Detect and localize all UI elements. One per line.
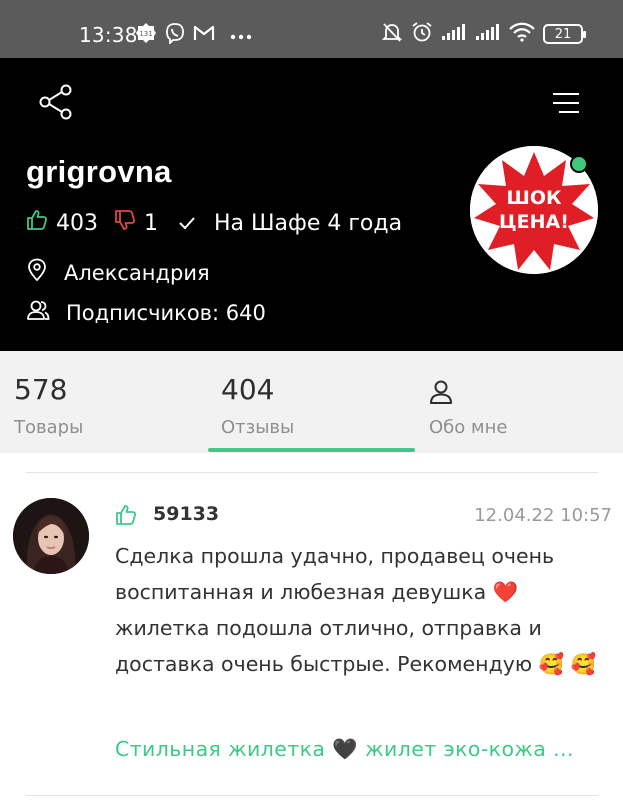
tab-about[interactable]: Обо мне [429, 351, 623, 453]
viber-icon [164, 22, 186, 48]
thumbs-up-icon [115, 504, 137, 530]
active-tab-indicator [208, 448, 415, 452]
divider [26, 472, 598, 473]
status-bar: 13:38 131 21 [0, 0, 623, 58]
on-shafa-duration: На Шафе 4 года [214, 210, 403, 236]
mute-bell-icon [381, 21, 403, 47]
more-dots-icon [230, 30, 252, 40]
reviewer-score: 59133 [153, 503, 220, 525]
signal-icon [475, 23, 501, 45]
hamburger-menu-icon [553, 93, 579, 113]
tab-products[interactable]: 578 Товары [14, 351, 222, 453]
menu-button[interactable] [551, 92, 581, 114]
share-button[interactable] [38, 84, 74, 120]
tab-about-label: Обо мне [429, 417, 508, 438]
thumbs-up-icon [26, 209, 48, 237]
sale-text-line1: ШОК [506, 187, 562, 209]
reviewer-avatar[interactable] [13, 498, 89, 574]
review-products-link[interactable]: Стильная жилетка 🖤 жилет эко-кожа ... [115, 737, 574, 762]
tab-reviews-label: Отзывы [221, 417, 295, 438]
profile-stats-row: 403 1 На Шафе 4 года [26, 209, 402, 237]
dislikes-count: 1 [144, 210, 158, 236]
battery-level: 21 [554, 26, 572, 42]
users-icon [26, 299, 50, 326]
wifi-icon [509, 22, 535, 46]
likes-count: 403 [56, 210, 98, 236]
review-date: 12.04.22 10:57 [474, 505, 612, 526]
location-pin-icon [26, 258, 48, 287]
online-indicator [570, 155, 588, 173]
reviewer-photo [13, 498, 89, 574]
sale-text-line2: ЦЕНА! [499, 211, 569, 233]
notification-badge-icon: 131 [135, 22, 157, 48]
review-text: Сделка прошла удачно, продавец очень вос… [115, 544, 597, 676]
notification-badge-count: 131 [139, 30, 152, 38]
user-icon [429, 379, 453, 409]
checkmark-icon [178, 211, 196, 236]
status-time: 13:38 [79, 23, 138, 47]
battery-icon: 21 [543, 24, 586, 44]
tab-reviews[interactable]: 404 Отзывы [221, 351, 429, 453]
share-icon [39, 84, 72, 120]
profile-subscribers: Подписчиков: 640 [66, 300, 266, 325]
review-meta: 59133 12.04.22 10:57 [115, 503, 612, 529]
signal-icon [441, 23, 467, 45]
profile-username: grigrovna [26, 154, 172, 189]
profile-city: Александрия [64, 260, 210, 285]
profile-tabs: 578 Товары 404 Отзывы Обо мне [0, 351, 623, 453]
alarm-icon [411, 21, 433, 47]
tab-products-count: 578 [14, 373, 68, 406]
tab-products-label: Товары [14, 417, 84, 438]
profile-header: grigrovna 403 1 На Шафе 4 года Александр… [0, 58, 623, 351]
tab-reviews-count: 404 [221, 373, 275, 406]
gmail-icon [193, 24, 215, 46]
divider [26, 795, 598, 796]
profile-city-row: Александрия [26, 258, 210, 287]
profile-subscribers-row[interactable]: Подписчиков: 640 [26, 299, 266, 326]
thumbs-down-icon [114, 209, 136, 237]
